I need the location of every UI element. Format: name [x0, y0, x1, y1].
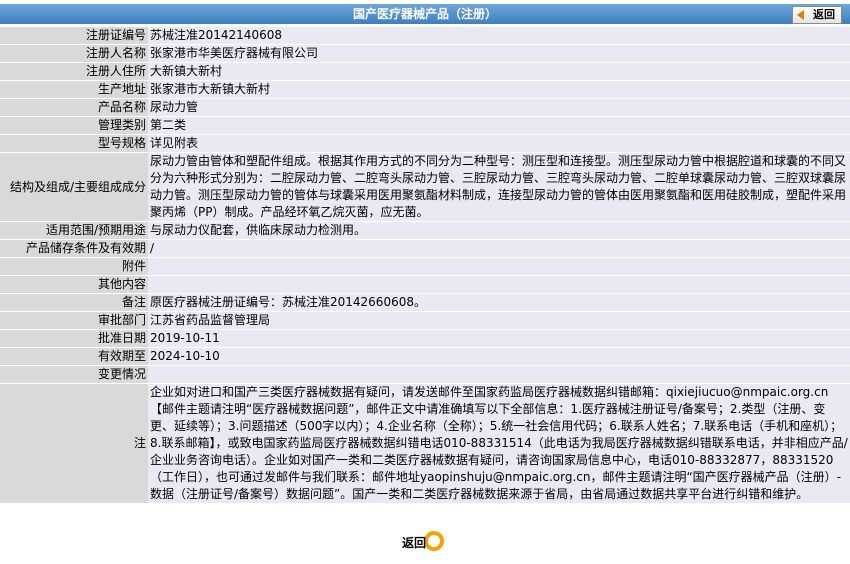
field-label: 附件: [0, 258, 148, 275]
field-label: 其他内容: [0, 276, 148, 293]
field-value: 2024-10-10: [148, 348, 850, 365]
table-row: 管理类别 第二类: [0, 117, 850, 134]
field-label: 批准日期: [0, 330, 148, 347]
table-row: 产品名称 尿动力管: [0, 99, 850, 116]
page-title: 国产医疗器械产品（注册）: [352, 7, 497, 21]
field-label: 注册人名称: [0, 45, 148, 62]
field-label: 生产地址: [0, 81, 148, 98]
field-label: 备注: [0, 294, 148, 311]
field-label: 注册证编号: [0, 27, 148, 44]
table-row: 生产地址 张家港市大新镇大新村: [0, 81, 850, 98]
field-label: 有效期至: [0, 348, 148, 365]
field-value: 尿动力管由管体和塑配件组成。根据其作用方式的不同分为二种型号：测压型和连接型。测…: [148, 153, 850, 221]
table-row: 其他内容: [0, 276, 850, 293]
table-row: 型号规格 详见附表: [0, 135, 850, 152]
back-button-label: 返回: [813, 8, 835, 21]
table-row: 审批部门 江苏省药品监督管理局: [0, 312, 850, 329]
table-row: 注册证编号 苏械注准20142140608: [0, 27, 850, 44]
field-value: [148, 366, 850, 383]
field-value: [148, 276, 850, 293]
table-row: 注 企业如对进口和国产三类医疗器械数据有疑问，请发送邮件至国家药监局医疗器械数据…: [0, 384, 850, 503]
back-arrow-icon: [797, 10, 804, 20]
field-label: 注册人住所: [0, 63, 148, 80]
field-value: 张家港市大新镇大新村: [148, 81, 850, 98]
field-value: 尿动力管: [148, 99, 850, 116]
field-value: 大新镇大新村: [148, 63, 850, 80]
table-row: 注册人住所 大新镇大新村: [0, 63, 850, 80]
back-button-label: 返回: [402, 536, 427, 550]
field-label: 产品名称: [0, 99, 148, 116]
field-value: 2019-10-11: [148, 330, 850, 347]
note-text: 企业如对进口和国产三类医疗器械数据有疑问，请发送邮件至国家药监局医疗器械数据纠错…: [148, 384, 850, 503]
field-value: 张家港市华美医疗器械有限公司: [148, 45, 850, 62]
detail-table: 注册证编号 苏械注准20142140608 注册人名称 张家港市华美医疗器械有限…: [0, 26, 850, 504]
field-value: 详见附表: [148, 135, 850, 152]
field-label: 型号规格: [0, 135, 148, 152]
field-label: 审批部门: [0, 312, 148, 329]
field-value: [148, 258, 850, 275]
table-row: 结构及组成/主要组成成分 尿动力管由管体和塑配件组成。根据其作用方式的不同分为二…: [0, 153, 850, 221]
field-value: 苏械注准20142140608: [148, 27, 850, 44]
field-label: 适用范围/预期用途: [0, 222, 148, 239]
field-value: 江苏省药品监督管理局: [148, 312, 850, 329]
back-button-bottom[interactable]: 返回: [402, 530, 444, 554]
table-row: 备注 原医疗器械注册证编号：苏械注准20142660608。: [0, 294, 850, 311]
field-label: 产品储存条件及有效期: [0, 240, 148, 257]
back-circle-icon-inner: [428, 535, 440, 547]
field-value: 第二类: [148, 117, 850, 134]
field-label: 变更情况: [0, 366, 148, 383]
field-value: 原医疗器械注册证编号：苏械注准20142660608。: [148, 294, 850, 311]
note-label: 注: [0, 384, 148, 503]
field-label: 结构及组成/主要组成成分: [0, 153, 148, 221]
table-row: 适用范围/预期用途 与尿动力仪配套，供临床尿动力检测用。: [0, 222, 850, 239]
table-row: 有效期至 2024-10-10: [0, 348, 850, 365]
back-button-top[interactable]: 返回: [792, 6, 842, 24]
table-row: 注册人名称 张家港市华美医疗器械有限公司: [0, 45, 850, 62]
title-bar: 国产医疗器械产品（注册） 返回: [0, 4, 850, 24]
table-row: 变更情况: [0, 366, 850, 383]
table-row: 附件: [0, 258, 850, 275]
table-row: 批准日期 2019-10-11: [0, 330, 850, 347]
table-row: 产品储存条件及有效期 /: [0, 240, 850, 257]
field-value: 与尿动力仪配套，供临床尿动力检测用。: [148, 222, 850, 239]
field-value: /: [148, 240, 850, 257]
field-label: 管理类别: [0, 117, 148, 134]
